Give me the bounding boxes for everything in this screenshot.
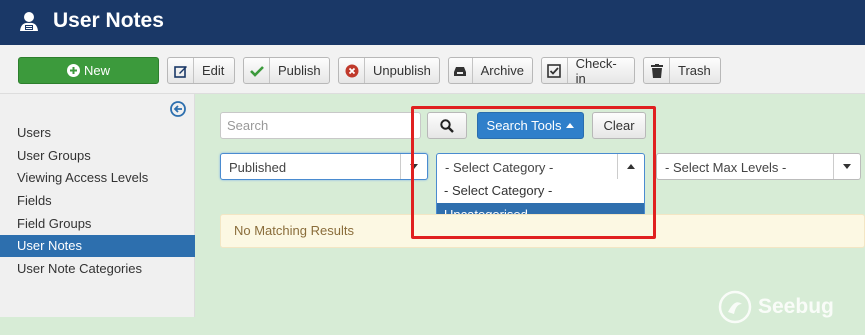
watermark: Seebug: [718, 290, 834, 324]
trash-icon: [644, 58, 670, 83]
category-filter-select[interactable]: - Select Category -: [436, 153, 645, 180]
search-button[interactable]: [427, 112, 467, 139]
watermark-text: Seebug: [758, 295, 834, 318]
user-notes-icon: [20, 12, 38, 31]
sidebar-item-fields[interactable]: Fields: [0, 190, 195, 212]
checkbox-icon: [542, 58, 568, 83]
unpublish-button-label: Unpublish: [373, 63, 431, 78]
app-header: User Notes: [0, 0, 865, 45]
checkin-button[interactable]: Check-in: [541, 55, 635, 86]
search-tools-label: Search Tools: [486, 118, 562, 133]
max-levels-filter-value: - Select Max Levels -: [665, 160, 787, 175]
unpublish-icon: [339, 58, 365, 83]
trash-button-label: Trash: [678, 63, 711, 78]
publish-button-label: Publish: [278, 63, 321, 78]
new-button[interactable]: New: [18, 57, 159, 84]
unpublish-button[interactable]: Unpublish: [338, 57, 440, 84]
caret-up-icon: [566, 123, 575, 128]
chevron-down-icon: [400, 154, 427, 179]
status-filter-value: Published: [229, 160, 287, 175]
edit-button-label: Edit: [202, 63, 225, 78]
chevron-up-icon: [617, 154, 644, 179]
chevron-down-icon: [833, 154, 860, 179]
plus-circle-icon: [66, 64, 80, 77]
search-input[interactable]: [220, 112, 421, 139]
search-tools-button[interactable]: Search Tools: [477, 112, 584, 139]
category-filter-value: - Select Category -: [445, 160, 554, 175]
trash-button[interactable]: Trash: [643, 57, 721, 84]
page-title: User Notes: [53, 9, 164, 32]
edit-icon: [168, 58, 194, 83]
archive-button-label: Archive: [480, 63, 524, 78]
publish-button[interactable]: Publish: [243, 57, 330, 84]
seebug-logo-icon: [718, 290, 752, 324]
clear-button[interactable]: Clear: [592, 112, 646, 139]
search-icon: [440, 118, 454, 133]
sidebar-item-user-groups[interactable]: User Groups: [0, 145, 195, 167]
checkin-button-label: Check-in: [575, 55, 617, 86]
archive-button[interactable]: Archive: [448, 57, 533, 84]
sidebar-item-users[interactable]: Users: [0, 122, 195, 144]
sidebar-item-user-note-categories[interactable]: User Note Categories: [0, 258, 195, 280]
max-levels-filter-select[interactable]: - Select Max Levels -: [656, 153, 861, 180]
new-button-label: New: [83, 63, 110, 78]
sidebar: Users User Groups Viewing Access Levels …: [0, 94, 195, 317]
edit-button[interactable]: Edit: [167, 57, 235, 84]
sidebar-item-user-notes[interactable]: User Notes: [0, 235, 195, 257]
check-icon: [244, 58, 270, 83]
no-results-alert: No Matching Results: [220, 214, 865, 248]
category-option-select[interactable]: - Select Category -: [437, 179, 644, 203]
sidebar-item-field-groups[interactable]: Field Groups: [0, 213, 195, 235]
archive-icon: [449, 58, 473, 83]
toolbar: New Edit Publish Unpublish Archive Check…: [0, 45, 865, 94]
status-filter-select[interactable]: Published: [220, 153, 428, 180]
collapse-sidebar-icon[interactable]: [170, 101, 186, 117]
sidebar-item-viewing-access-levels[interactable]: Viewing Access Levels: [0, 167, 195, 189]
